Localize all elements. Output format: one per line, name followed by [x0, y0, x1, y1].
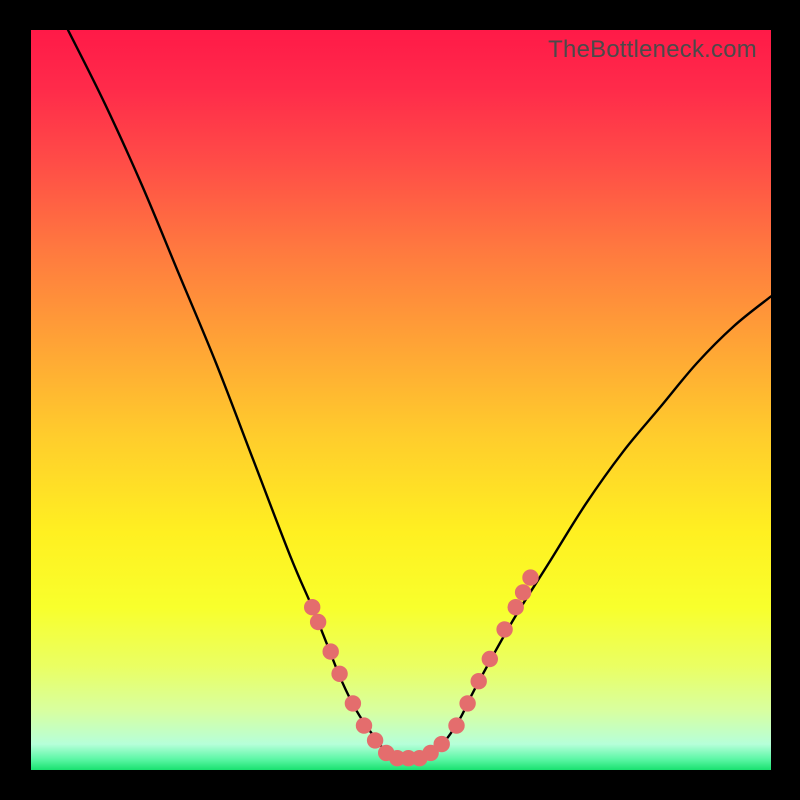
- curve-marker: [356, 717, 372, 733]
- curve-marker: [471, 673, 487, 689]
- curve-layer: [31, 30, 771, 770]
- curve-marker: [345, 695, 361, 711]
- curve-markers: [304, 569, 539, 766]
- chart-frame: TheBottleneck.com: [0, 0, 800, 800]
- curve-marker: [367, 732, 383, 748]
- curve-marker: [482, 651, 498, 667]
- curve-marker: [331, 666, 347, 682]
- curve-marker: [310, 614, 326, 630]
- curve-marker: [459, 695, 475, 711]
- curve-marker: [508, 599, 524, 615]
- curve-marker: [304, 599, 320, 615]
- curve-marker: [323, 643, 339, 659]
- curve-marker: [496, 621, 512, 637]
- plot-area: TheBottleneck.com: [31, 30, 771, 770]
- curve-marker: [448, 717, 464, 733]
- curve-marker: [434, 736, 450, 752]
- curve-marker: [522, 569, 538, 585]
- bottleneck-curve: [68, 30, 771, 759]
- curve-marker: [515, 584, 531, 600]
